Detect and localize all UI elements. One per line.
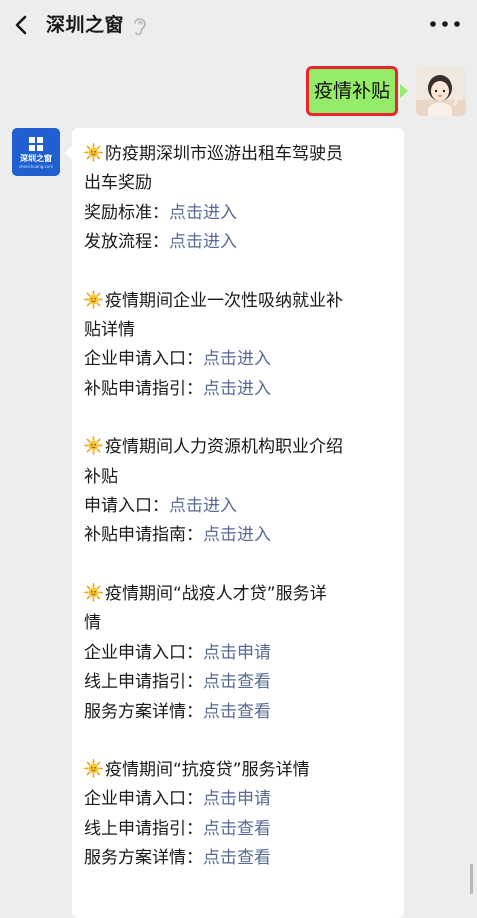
section-title-line: 疫情期间“抗疫贷”服务详情 [84,756,396,785]
sun-emoji-icon [84,143,103,162]
section-title-line: 情 [84,609,396,638]
item-link[interactable]: 点击进入 [203,349,271,369]
item-label: 发放流程： [84,232,169,253]
section-title: 疫情期间企业一次性吸纳就业补贴详情 [84,287,396,346]
section-title-text: 情 [84,613,101,634]
section-title-text: 贴详情 [84,320,135,341]
section-item: 服务方案详情：点击查看 [84,698,396,727]
item-link[interactable]: 点击查看 [203,848,271,868]
section-title-text: 疫情期间人力资源机构职业介绍 [105,437,343,458]
item-link[interactable]: 点击申请 [203,789,271,809]
section-title-line: 疫情期间企业一次性吸纳就业补 [84,287,396,316]
item-label: 服务方案详情： [84,701,203,722]
reply-section: 疫情期间“战疫人才贷”服务详情企业申请入口：点击申请 线上申请指引：点击查看 服务方… [84,580,396,727]
section-title-text: 疫情期间企业一次性吸纳就业补 [105,290,343,311]
logo-subtext: shenchuang.com [18,164,54,169]
section-title-line: 疫情期间“战疫人才贷”服务详 [84,580,396,609]
section-item: 发放流程：点击进入 [84,228,396,257]
reply-section: 疫情期间人力资源机构职业介绍 补贴 申请入口：点击进入 补贴申请指南：点击进入 [84,433,396,551]
item-link[interactable]: 点击进入 [203,525,271,545]
item-link[interactable]: 点击进入 [169,496,237,516]
section-title-line: 疫情期间人力资源机构职业介绍 [84,433,396,462]
section-title-text: 出车奖励 [84,173,152,194]
section-title: 疫情期间“抗疫贷”服务详情 [84,756,396,785]
avatar-image [416,66,466,116]
item-link[interactable]: 点击申请 [203,643,271,663]
section-item: 企业申请入口：点击进入 [84,345,396,374]
reply-bubble-tail [64,146,72,160]
official-account-avatar[interactable]: 深圳之窗 shenchuang.com [12,128,60,176]
item-label: 企业申请入口： [84,349,203,370]
reply-section: 疫情期间“抗疫贷”服务详情 企业申请入口：点击申请 线上申请指引：点击查看 服务方案详… [84,756,396,874]
section-item: 奖励标准：点击进入 [84,199,396,228]
section-title: 疫情期间“战疫人才贷”服务详情 [84,580,396,639]
item-label: 线上申请指引： [84,818,203,839]
item-label: 奖励标准： [84,202,169,223]
chevron-left-icon[interactable] [8,11,36,39]
section-title-line: 贴详情 [84,316,396,345]
item-link[interactable]: 点击进入 [169,232,237,252]
section-title-text: 补贴 [84,466,118,487]
top-nav-bar: 深圳之窗 [0,0,477,50]
scrollbar[interactable] [470,864,473,894]
item-label: 企业申请入口： [84,642,203,663]
section-title-text: 疫情期间“抗疫贷”服务详情 [105,759,310,780]
item-link[interactable]: 点击进入 [169,203,237,223]
chat-title: 深圳之窗 [46,14,125,36]
section-item: 企业申请入口：点击申请 [84,639,396,668]
logo-grid-icon [29,137,43,151]
item-label: 补贴申请指南： [84,525,203,546]
item-link[interactable]: 点击查看 [203,702,271,722]
section-title-text: 防疫期深圳市巡游出租车驾驶员 [105,144,343,164]
section-title-line: 防疫期深圳市巡游出租车驾驶员 [84,140,396,169]
sun-emoji-icon [84,436,103,456]
logo-text: 深圳之窗 [20,154,52,163]
section-item: 企业申请入口：点击申请 [84,785,396,814]
reply-section: 疫情期间企业一次性吸纳就业补 贴详情 企业申请入口：点击进入 补贴申请指引：点击进入 [84,287,396,405]
section-title-line: 出车奖励 [84,169,396,198]
item-link[interactable]: 点击查看 [203,672,271,692]
section-title: 疫情期间人力资源机构职业介绍补贴 [84,433,396,492]
sun-emoji-icon [84,582,103,602]
section-item: 补贴申请指引：点击进入 [84,375,396,404]
section-title: 防疫期深圳市巡游出租车驾驶员出车奖励 [84,140,396,199]
ear-icon [134,18,146,36]
my-avatar[interactable] [416,66,466,116]
reply-section: 防疫期深圳市巡游出租车驾驶员 出车奖励 奖励标准：点击进入 发放流程：点击进入 [84,140,396,258]
item-label: 线上申请指引： [84,672,203,693]
item-label: 企业申请入口： [84,789,203,810]
section-item: 申请入口：点击进入 [84,492,396,521]
sent-message-bubble[interactable]: 疫情补贴 [306,66,398,116]
section-item: 线上申请指引：点击查看 [84,668,396,697]
section-item: 服务方案详情：点击查看 [84,844,396,873]
item-label: 服务方案详情： [84,848,203,869]
section-item: 线上申请指引：点击查看 [84,815,396,844]
sun-emoji-icon [84,289,103,309]
item-label: 补贴申请指引： [84,378,203,399]
item-link[interactable]: 点击查看 [203,819,271,839]
item-link[interactable]: 点击进入 [203,379,271,399]
section-item: 补贴申请指南：点击进入 [84,521,396,550]
sent-bubble-tail [400,84,408,98]
reply-message-content: 防疫期深圳市巡游出租车驾驶员 出车奖励 奖励标准：点击进入 发放流程：点击进入 疫情期间… [84,140,396,903]
sun-emoji-icon [84,759,103,778]
section-title-text: 疫情期间“战疫人才贷”服务详 [105,583,327,604]
more-dots-icon[interactable] [428,19,462,29]
item-label: 申请入口： [84,496,169,517]
section-title-line: 补贴 [84,463,396,492]
